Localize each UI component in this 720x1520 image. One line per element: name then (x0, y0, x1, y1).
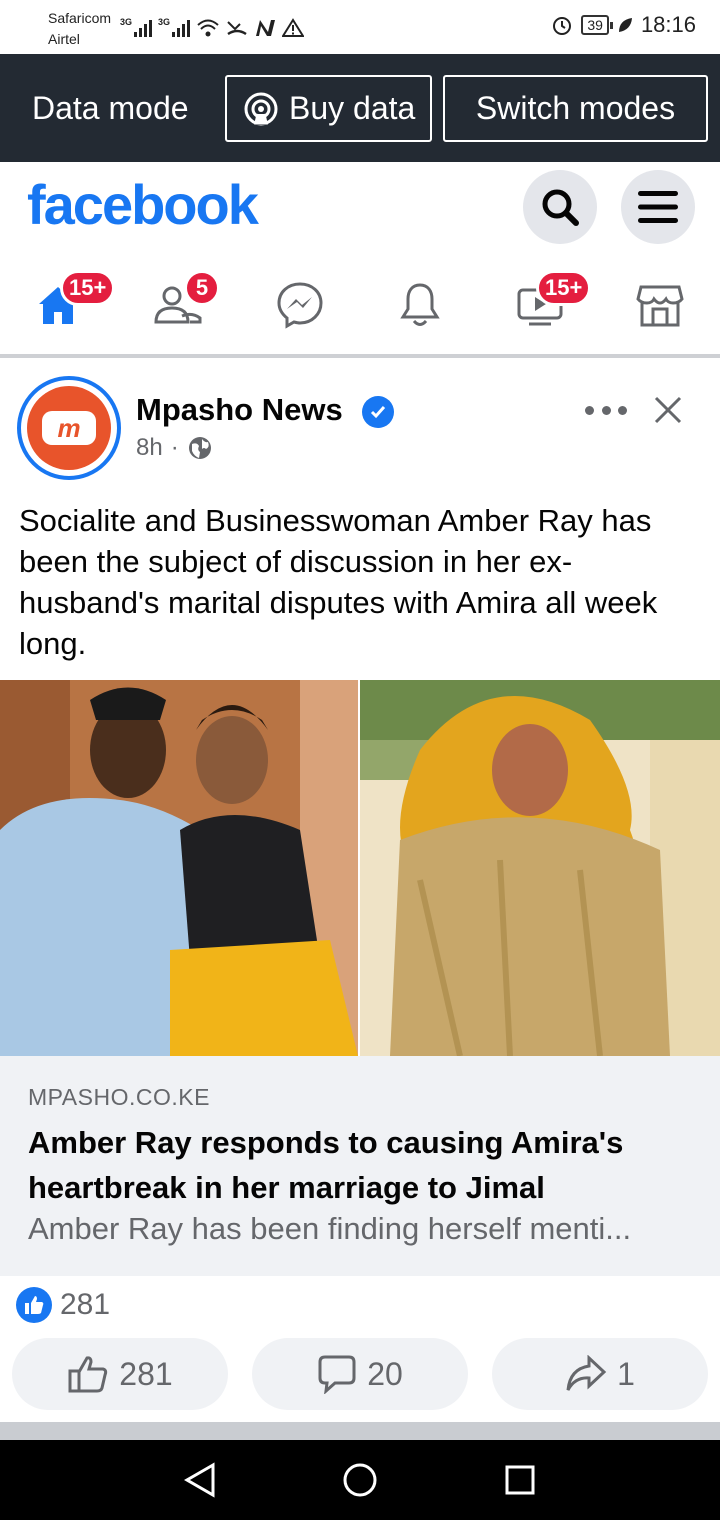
watch-badge: 15+ (536, 270, 592, 306)
post-text: Socialite and Businesswoman Amber Ray ha… (19, 503, 658, 661)
home-badge: 15+ (60, 270, 116, 306)
tab-friends[interactable]: 5 (128, 270, 228, 340)
share-icon (566, 1355, 607, 1391)
tab-notifications[interactable] (370, 270, 470, 340)
tab-watch[interactable]: 15+ (490, 270, 592, 340)
buy-data-button[interactable]: Buy data (225, 75, 432, 142)
home-circle-icon (343, 1463, 377, 1497)
clock: 18:16 (640, 12, 696, 37)
messenger-icon (277, 282, 323, 329)
link-title: Amber Ray responds to causing Amira's he… (28, 1125, 624, 1205)
link-domain: MPASHO.CO.KE (28, 1084, 210, 1110)
reaction-summary[interactable]: 281 (16, 1285, 110, 1325)
post-meta: 8h · (136, 434, 213, 462)
signal-icon-2: 3G (158, 17, 190, 37)
alarm-icon (553, 17, 572, 35)
page-logo: m (27, 386, 111, 470)
leaf-icon (618, 18, 632, 32)
facebook-header: facebook (0, 162, 720, 254)
verified-badge-icon (362, 396, 394, 428)
broadcast-icon (244, 92, 278, 125)
home-nav-button[interactable] (340, 1460, 380, 1500)
carrier-2: Airtel (48, 31, 80, 47)
warning-icon (282, 18, 304, 37)
comment-icon (318, 1355, 356, 1394)
data-mode-bar: Data mode Buy data Switch modes (0, 54, 720, 162)
status-icons: 3G 3G (120, 14, 304, 42)
status-right: 39 18:16 (551, 12, 696, 38)
tab-messenger[interactable] (250, 270, 350, 340)
buy-data-label: Buy data (289, 90, 416, 126)
thumbs-up-icon (68, 1356, 108, 1393)
recents-button[interactable] (500, 1460, 540, 1500)
feed-separator (0, 1422, 720, 1440)
carrier-1: Safaricom (48, 10, 112, 26)
search-button[interactable] (523, 170, 597, 244)
marketplace-icon (636, 285, 684, 327)
back-icon (183, 1462, 215, 1498)
status-bar: Safaricom Airtel 3G 3G 39 18:16 (0, 0, 720, 54)
comment-button[interactable]: 20 (252, 1338, 468, 1410)
carrier-names: Safaricom Airtel (48, 8, 111, 50)
like-button[interactable]: 281 (12, 1338, 228, 1410)
post-image-right (360, 680, 720, 1056)
data-mode-label: Data mode (32, 90, 189, 126)
missed-call-icon (227, 21, 247, 36)
close-icon[interactable] (650, 392, 686, 428)
link-preview[interactable]: MPASHO.CO.KE Amber Ray responds to causi… (0, 1056, 720, 1276)
post-header: m Mpasho News 8h · (0, 362, 720, 492)
battery-icon: 39 (581, 15, 613, 35)
globe-icon (188, 437, 211, 459)
menu-icon (638, 191, 678, 223)
wifi-icon (197, 19, 219, 37)
switch-modes-label: Switch modes (475, 90, 676, 126)
tab-bar: 15+ 5 15+ (0, 254, 720, 358)
recents-icon (505, 1465, 535, 1495)
like-count: 281 (119, 1355, 173, 1392)
system-navigation-bar (0, 1440, 720, 1520)
share-button[interactable]: 1 (492, 1338, 708, 1410)
post-time[interactable]: 8h (136, 434, 163, 462)
page-avatar[interactable]: m (17, 376, 121, 480)
tab-home[interactable]: 15+ (8, 270, 116, 340)
facebook-logo[interactable]: facebook (27, 172, 259, 237)
friends-badge: 5 (184, 270, 220, 306)
share-count: 1 (617, 1355, 635, 1392)
n-logo-icon (256, 20, 275, 36)
tab-marketplace[interactable] (610, 270, 710, 340)
like-reaction-icon (16, 1287, 52, 1323)
bell-icon (400, 283, 440, 326)
mpasho-logo-mark: m (42, 411, 96, 445)
reaction-count: 281 (60, 1288, 111, 1321)
signal-icon: 3G (120, 17, 152, 37)
search-icon (542, 189, 579, 226)
switch-modes-button[interactable]: Switch modes (443, 75, 708, 142)
post-image-left (0, 680, 358, 1056)
menu-button[interactable] (621, 170, 695, 244)
post-actions: 281 20 1 (0, 1338, 720, 1410)
post-image[interactable] (0, 680, 720, 1056)
back-button[interactable] (180, 1460, 220, 1500)
page-name[interactable]: Mpasho News (136, 392, 343, 428)
meta-separator: · (170, 434, 179, 461)
more-options-icon[interactable] (585, 392, 627, 428)
comment-count: 20 (367, 1355, 403, 1392)
link-description: Amber Ray has been finding herself menti… (28, 1211, 632, 1246)
